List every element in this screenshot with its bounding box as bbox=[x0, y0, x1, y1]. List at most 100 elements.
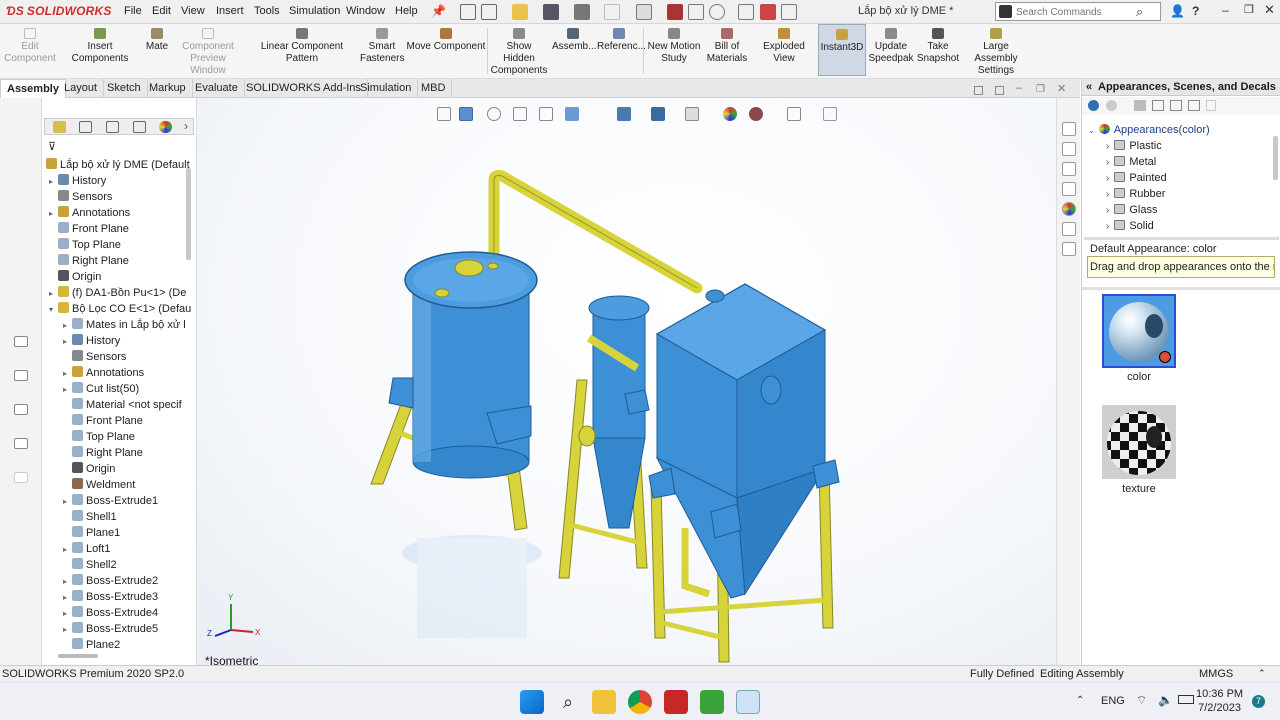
volume-icon[interactable]: 🔈 bbox=[1158, 693, 1173, 707]
pane-divider[interactable] bbox=[1084, 237, 1279, 240]
tree-item[interactable]: ▸ Boss-Extrude1 bbox=[60, 493, 210, 509]
tree-root[interactable]: Lắp bộ xử lý DME (Default bbox=[44, 157, 194, 173]
property-manager-tab-icon[interactable] bbox=[79, 121, 92, 133]
user-icon[interactable]: 👤 bbox=[1170, 4, 1185, 18]
tree-item[interactable]: ▸ History bbox=[60, 333, 210, 349]
tree-item[interactable]: Origin bbox=[46, 269, 196, 285]
edit-component-button[interactable]: Edit Component bbox=[4, 28, 56, 65]
tree-item[interactable]: Plane1 bbox=[60, 525, 210, 541]
expand-arrow-icon[interactable]: ▸ bbox=[60, 542, 70, 557]
update-speedpak-button[interactable]: Update Speedpak bbox=[868, 28, 914, 65]
bill-of-materials-button[interactable]: Bill of Materials bbox=[704, 28, 750, 65]
filter-icon[interactable]: ⊽ bbox=[48, 140, 56, 153]
viewport-split-icon[interactable] bbox=[995, 86, 1004, 95]
options-icon[interactable] bbox=[781, 4, 797, 20]
appearance-folder[interactable]: › Glass bbox=[1106, 202, 1157, 218]
taskbar-clock[interactable]: 10:36 PM 7/2/2023 bbox=[1196, 687, 1243, 715]
home-icon[interactable] bbox=[460, 4, 476, 20]
expand-arrow-icon[interactable]: ▸ bbox=[60, 622, 70, 637]
tree-item[interactable]: Sensors bbox=[60, 349, 210, 365]
tab-evaluate[interactable]: Evaluate bbox=[189, 79, 245, 98]
refresh-icon[interactable] bbox=[1170, 100, 1182, 111]
swatch-divider[interactable] bbox=[1082, 287, 1280, 290]
reference-geometry-button[interactable]: Referenc... bbox=[597, 28, 646, 53]
file-explorer-icon[interactable] bbox=[1062, 162, 1076, 176]
battery-icon[interactable] bbox=[1178, 695, 1194, 704]
tree-item[interactable]: Sensors bbox=[46, 189, 196, 205]
search-commands[interactable]: ⌕ bbox=[995, 2, 1161, 21]
snipping-tool-icon[interactable] bbox=[736, 690, 760, 714]
minimize-icon[interactable]: – bbox=[1222, 3, 1229, 17]
back-icon[interactable] bbox=[1088, 100, 1099, 111]
tree-item[interactable]: Front Plane bbox=[46, 221, 196, 237]
help-icon[interactable]: ? bbox=[1192, 4, 1199, 18]
take-snapshot-button[interactable]: Take Snapshot bbox=[916, 28, 960, 65]
design-library-icon[interactable] bbox=[1062, 142, 1076, 156]
unit-system[interactable]: MMGS bbox=[1199, 666, 1233, 683]
search-input[interactable] bbox=[1014, 4, 1132, 20]
tab-assembly[interactable]: Assembly bbox=[0, 79, 66, 98]
expand-arrow-icon[interactable]: ▾ bbox=[46, 302, 56, 317]
move-component-button[interactable]: Move Component bbox=[406, 28, 486, 53]
menu-simulation[interactable]: Simulation bbox=[289, 5, 340, 17]
configurations-icon[interactable] bbox=[14, 404, 28, 415]
save-icon[interactable] bbox=[543, 4, 559, 20]
chevron-right-icon[interactable]: › bbox=[1106, 141, 1109, 152]
tree-item[interactable]: Right Plane bbox=[60, 445, 210, 461]
grid-icon[interactable] bbox=[738, 4, 754, 20]
windows-start-icon[interactable] bbox=[520, 690, 544, 714]
collapse-chevron-icon[interactable]: « bbox=[1086, 79, 1092, 96]
menu-help[interactable]: Help bbox=[395, 5, 418, 17]
chevron-right-icon[interactable]: › bbox=[1106, 221, 1109, 232]
units-chevron-icon[interactable]: ⌃ bbox=[1258, 665, 1266, 682]
tab-mbd[interactable]: MBD bbox=[415, 79, 453, 98]
large-assembly-settings-button[interactable]: Large Assembly Settings bbox=[962, 28, 1030, 77]
tree-item[interactable]: Material <not specif bbox=[60, 397, 210, 413]
tree-item[interactable]: ▸ Annotations bbox=[60, 365, 210, 381]
tree-item[interactable]: Origin bbox=[60, 461, 210, 477]
tree-item[interactable]: ▸ Boss-Extrude2 bbox=[60, 573, 210, 589]
rebuild-icon[interactable] bbox=[760, 4, 776, 20]
solidworks-resources-icon[interactable] bbox=[1062, 122, 1076, 136]
tree-item[interactable]: Plane2 bbox=[60, 637, 210, 653]
file-explorer-taskbar-icon[interactable] bbox=[592, 690, 616, 714]
restore-icon[interactable]: ❐ bbox=[1244, 3, 1254, 16]
tree-item[interactable]: Top Plane bbox=[46, 237, 196, 253]
menu-insert[interactable]: Insert bbox=[216, 5, 244, 17]
configuration-manager-tab-icon[interactable] bbox=[106, 121, 119, 133]
expand-arrow-icon[interactable]: ▸ bbox=[60, 382, 70, 397]
display-pane-icon[interactable] bbox=[14, 370, 28, 381]
tab-sketch[interactable]: Sketch bbox=[101, 79, 148, 98]
tree-item[interactable]: ▸ Boss-Extrude3 bbox=[60, 589, 210, 605]
tree-item[interactable]: ▾ Bộ Lọc CO E<1> (Defau bbox=[46, 301, 196, 317]
tree-item[interactable]: ▸ History bbox=[46, 173, 196, 189]
close-icon[interactable]: ✕ bbox=[1264, 2, 1275, 18]
texture-swatch[interactable] bbox=[1102, 405, 1176, 479]
new-folder-icon[interactable] bbox=[1188, 100, 1200, 111]
dimxpert-tab-icon[interactable] bbox=[133, 121, 146, 133]
assembly-features-button[interactable]: Assemb... bbox=[552, 28, 596, 53]
appearance-root[interactable]: ⌄ Appearances(color) bbox=[1088, 122, 1210, 138]
view-palette-icon[interactable] bbox=[1062, 182, 1076, 196]
chrome-icon[interactable] bbox=[628, 690, 652, 714]
expand-arrow-icon[interactable]: ▸ bbox=[60, 606, 70, 621]
expand-arrow-icon[interactable]: ▸ bbox=[46, 206, 56, 221]
search-icon[interactable]: ⌕ bbox=[1136, 4, 1143, 20]
tree-horizontal-scrollbar[interactable] bbox=[58, 654, 98, 658]
tree-item[interactable]: Shell1 bbox=[60, 509, 210, 525]
forward-icon[interactable] bbox=[1106, 100, 1117, 111]
add-folder-icon[interactable] bbox=[1152, 100, 1164, 111]
tree-item[interactable]: ▸ Loft1 bbox=[60, 541, 210, 557]
language-indicator[interactable]: ENG bbox=[1101, 695, 1125, 707]
tree-item[interactable]: ▸ (f) DA1-Bồn Pu<1> (De bbox=[46, 285, 196, 301]
color-swatch[interactable] bbox=[1102, 294, 1176, 368]
feature-tree-tab-icon[interactable] bbox=[53, 121, 66, 133]
tree-item[interactable]: ▸ Annotations bbox=[46, 205, 196, 221]
instant3d-button[interactable]: Instant3D bbox=[818, 24, 866, 76]
viewport-close-icon[interactable]: ✕ bbox=[1057, 82, 1066, 95]
viewport-tile-icon[interactable] bbox=[974, 86, 983, 95]
menu-edit[interactable]: Edit bbox=[152, 5, 171, 17]
tree-item[interactable]: ▸ Cut list(50) bbox=[60, 381, 210, 397]
appearance-tree-scrollbar[interactable] bbox=[1273, 136, 1278, 180]
chevron-right-icon[interactable]: › bbox=[1106, 157, 1109, 168]
